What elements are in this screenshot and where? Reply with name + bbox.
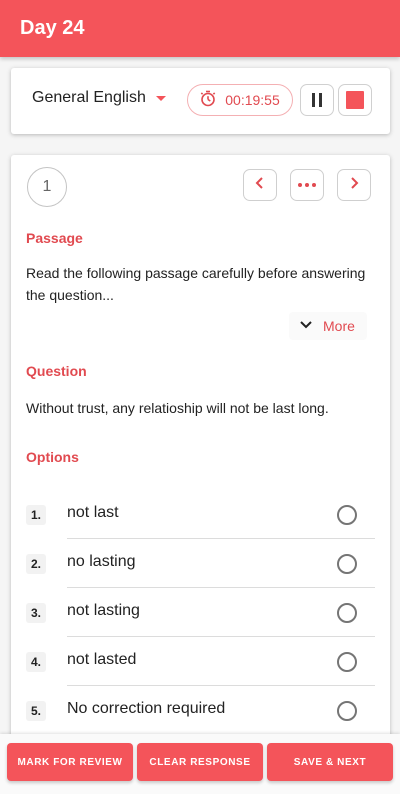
save-next-button[interactable]: SAVE & NEXT xyxy=(267,743,393,781)
option-radio[interactable] xyxy=(337,603,357,623)
option-text: not lasting xyxy=(67,602,140,619)
subject-dropdown-label: General English xyxy=(32,89,146,106)
expand-passage-button[interactable]: More xyxy=(289,312,367,340)
question-card: 1 Passage Read the following passage car… xyxy=(11,155,390,794)
timer-value: 00:19:55 xyxy=(225,92,280,108)
option-radio[interactable] xyxy=(337,652,357,672)
chevron-down-icon xyxy=(299,317,313,335)
option-radio[interactable] xyxy=(337,505,357,525)
option-text: No correction required xyxy=(67,700,226,717)
more-horizontal-icon xyxy=(298,183,316,187)
option-5[interactable]: 5. No correction required xyxy=(11,686,390,735)
option-number: 2. xyxy=(26,554,46,574)
option-1[interactable]: 1. not last xyxy=(11,490,390,539)
question-heading: Question xyxy=(26,363,87,379)
clear-response-button[interactable]: CLEAR RESPONSE xyxy=(137,743,263,781)
option-radio[interactable] xyxy=(337,701,357,721)
next-question-button[interactable] xyxy=(337,169,371,201)
stop-button[interactable] xyxy=(338,84,372,116)
subject-dropdown[interactable]: General English xyxy=(32,89,166,107)
option-4[interactable]: 4. not lasted xyxy=(11,637,390,686)
bottom-action-bar: MARK FOR REVIEW CLEAR RESPONSE SAVE & NE… xyxy=(0,734,400,794)
passage-text: Read the following passage carefully bef… xyxy=(26,265,366,303)
app-root: Day 24 General English 00:19:55 1 Passag… xyxy=(0,0,400,794)
mark-for-review-button[interactable]: MARK FOR REVIEW xyxy=(7,743,133,781)
timer: 00:19:55 xyxy=(187,84,293,116)
passage-heading: Passage xyxy=(26,230,83,246)
question-number: 1 xyxy=(27,167,67,207)
caret-down-icon xyxy=(155,95,166,101)
option-number: 3. xyxy=(26,603,46,623)
previous-question-button[interactable] xyxy=(243,169,277,201)
stop-icon xyxy=(346,91,364,109)
page-title: Day 24 xyxy=(20,17,85,39)
option-number: 5. xyxy=(26,701,46,721)
pause-icon xyxy=(312,93,322,107)
expand-passage-label: More xyxy=(323,318,355,334)
stopwatch-icon xyxy=(200,90,216,110)
option-number: 4. xyxy=(26,652,46,672)
option-text: no lasting xyxy=(67,553,136,570)
pause-button[interactable] xyxy=(300,84,334,116)
option-2[interactable]: 2. no lasting xyxy=(11,539,390,588)
subject-card: General English 00:19:55 xyxy=(11,68,390,134)
question-text: Without trust, any relatioship will not … xyxy=(26,400,329,416)
option-radio[interactable] xyxy=(337,554,357,574)
option-3[interactable]: 3. not lasting xyxy=(11,588,390,637)
option-number: 1. xyxy=(26,505,46,525)
chevron-left-icon xyxy=(254,176,266,195)
chevron-right-icon xyxy=(348,176,360,195)
option-text: not lasted xyxy=(67,651,137,668)
question-menu-button[interactable] xyxy=(290,169,324,201)
options-heading: Options xyxy=(26,449,79,465)
app-bar: Day 24 xyxy=(0,0,400,57)
option-text: not last xyxy=(67,504,119,521)
